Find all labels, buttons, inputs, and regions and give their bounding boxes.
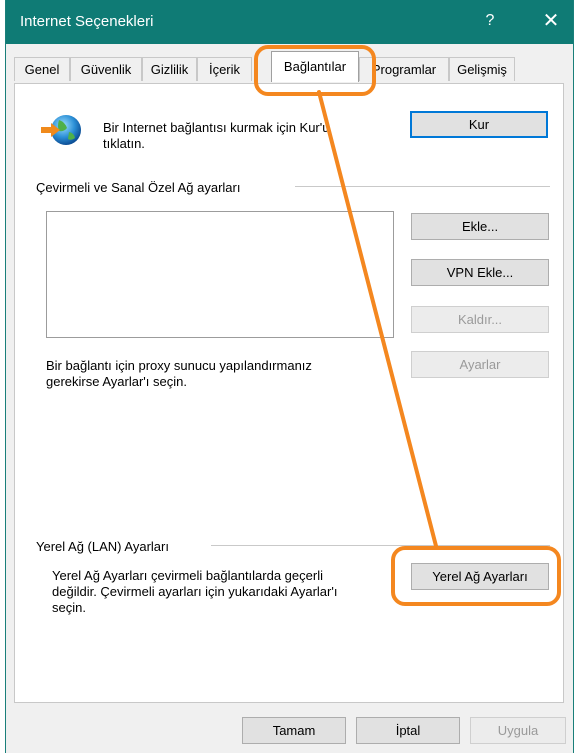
lan-section-title: Yerel Ağ (LAN) Ayarları — [36, 539, 169, 554]
connections-listbox[interactable] — [46, 211, 394, 338]
setup-button[interactable]: Kur — [410, 111, 548, 138]
help-button[interactable]: ? — [480, 8, 500, 34]
close-button[interactable]: ✕ — [536, 6, 566, 36]
tab-icerik[interactable]: İçerik — [197, 57, 252, 81]
internet-options-window: Internet Seçenekleri ? ✕ Genel Güvenlik … — [5, 0, 574, 753]
lan-text-line3: seçin. — [52, 600, 86, 615]
ok-button[interactable]: Tamam — [242, 717, 346, 744]
tab-gizlilik[interactable]: Gizlilik — [142, 57, 197, 81]
add-button[interactable]: Ekle... — [411, 213, 549, 240]
tab-baglantilar[interactable]: Bağlantılar — [271, 51, 359, 82]
tab-guvenlik[interactable]: Güvenlik — [70, 57, 142, 81]
proxy-text-line2: gerekirse Ayarlar'ı seçin. — [46, 374, 187, 389]
apply-button[interactable]: Uygula — [470, 717, 566, 744]
globe-icon — [39, 110, 83, 150]
lan-text-line1: Yerel Ağ Ayarları çevirmeli bağlantılard… — [52, 568, 323, 583]
lan-settings-button[interactable]: Yerel Ağ Ayarları — [411, 563, 549, 590]
connections-panel: Bir Internet bağlantısı kurmak için Kur'… — [14, 83, 564, 703]
window-title: Internet Seçenekleri — [20, 13, 154, 30]
cancel-button[interactable]: İptal — [356, 717, 460, 744]
lan-divider — [211, 545, 550, 546]
setup-text-line1: Bir Internet bağlantısı kurmak için Kur'… — [103, 120, 330, 135]
tab-programlar[interactable]: Programlar — [359, 57, 449, 81]
dialup-section-title: Çevirmeli ve Sanal Özel Ağ ayarları — [36, 180, 241, 195]
dialup-divider — [295, 186, 550, 187]
remove-button[interactable]: Kaldır... — [411, 306, 549, 333]
setup-text-line2: tıklatın. — [103, 136, 145, 151]
tab-genel[interactable]: Genel — [14, 57, 70, 81]
settings-button[interactable]: Ayarlar — [411, 351, 549, 378]
title-bar[interactable]: Internet Seçenekleri ? ✕ — [6, 0, 573, 44]
add-vpn-button[interactable]: VPN Ekle... — [411, 259, 549, 286]
lan-text-line2: değildir. Çevirmeli ayarları için yukarı… — [52, 584, 338, 599]
tab-gelismis[interactable]: Gelişmiş — [449, 57, 515, 81]
proxy-text-line1: Bir bağlantı için proxy sunucu yapılandı… — [46, 358, 312, 373]
